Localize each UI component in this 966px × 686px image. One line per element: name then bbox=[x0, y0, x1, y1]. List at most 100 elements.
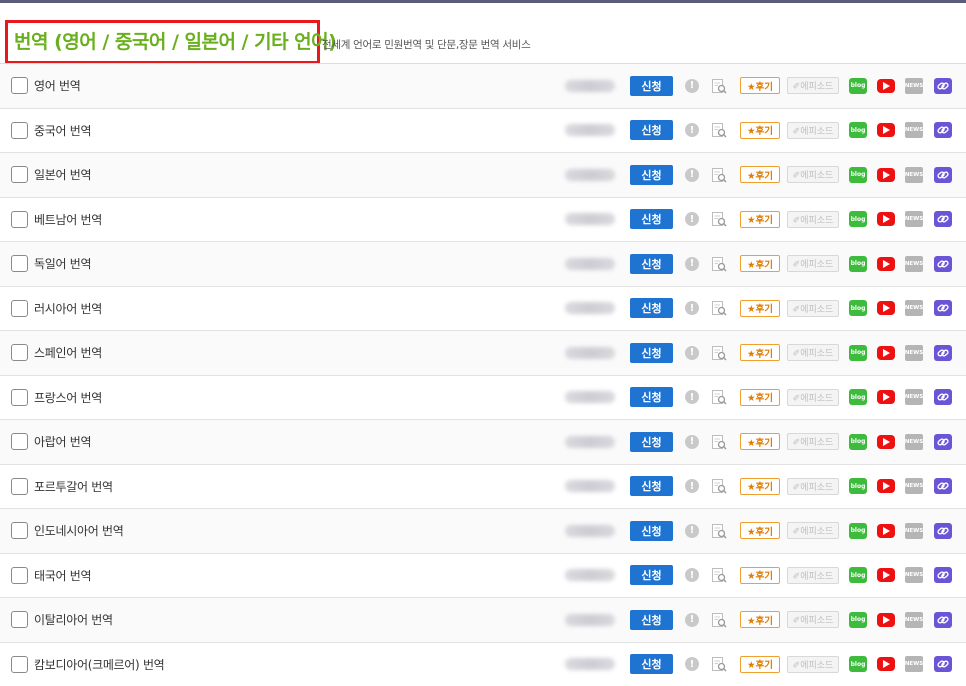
service-checkbox[interactable] bbox=[11, 611, 28, 629]
link-icon[interactable] bbox=[934, 344, 952, 361]
apply-button[interactable]: 신청 bbox=[630, 120, 673, 141]
apply-button[interactable]: 신청 bbox=[630, 609, 673, 630]
info-icon[interactable]: ! bbox=[685, 212, 699, 227]
preview-icon[interactable] bbox=[711, 523, 727, 539]
link-icon[interactable] bbox=[934, 478, 952, 495]
info-icon[interactable]: ! bbox=[685, 301, 699, 316]
review-button[interactable]: ★후기 bbox=[740, 566, 780, 584]
youtube-icon[interactable] bbox=[877, 434, 895, 449]
blog-icon[interactable]: blog bbox=[849, 567, 867, 584]
episode-button[interactable]: ✐에피소드 bbox=[787, 299, 839, 317]
service-checkbox[interactable] bbox=[11, 299, 28, 317]
blog-icon[interactable]: blog bbox=[849, 611, 867, 628]
apply-button[interactable]: 신청 bbox=[630, 387, 673, 408]
info-icon[interactable]: ! bbox=[685, 390, 699, 405]
apply-button[interactable]: 신청 bbox=[630, 164, 673, 185]
review-button[interactable]: ★후기 bbox=[740, 611, 780, 629]
youtube-icon[interactable] bbox=[877, 78, 895, 93]
service-checkbox[interactable] bbox=[11, 433, 28, 451]
info-icon[interactable]: ! bbox=[685, 523, 699, 538]
review-button[interactable]: ★후기 bbox=[740, 77, 780, 95]
review-button[interactable]: ★후기 bbox=[740, 433, 780, 451]
episode-button[interactable]: ✐에피소드 bbox=[787, 77, 839, 95]
link-icon[interactable] bbox=[934, 433, 952, 450]
youtube-icon[interactable] bbox=[877, 612, 895, 627]
news-icon[interactable]: NEWS bbox=[905, 344, 923, 361]
blog-icon[interactable]: blog bbox=[849, 656, 867, 673]
link-icon[interactable] bbox=[934, 211, 952, 228]
review-button[interactable]: ★후기 bbox=[740, 388, 780, 406]
news-icon[interactable]: NEWS bbox=[905, 433, 923, 450]
link-icon[interactable] bbox=[934, 300, 952, 317]
preview-icon[interactable] bbox=[711, 567, 727, 583]
apply-button[interactable]: 신청 bbox=[630, 431, 673, 452]
episode-button[interactable]: ✐에피소드 bbox=[787, 477, 839, 495]
review-button[interactable]: ★후기 bbox=[740, 299, 780, 317]
service-checkbox[interactable] bbox=[11, 77, 28, 95]
review-button[interactable]: ★후기 bbox=[740, 121, 780, 139]
news-icon[interactable]: NEWS bbox=[905, 522, 923, 539]
blog-icon[interactable]: blog bbox=[849, 522, 867, 539]
blog-icon[interactable]: blog bbox=[849, 77, 867, 94]
blog-icon[interactable]: blog bbox=[849, 255, 867, 272]
service-checkbox[interactable] bbox=[11, 477, 28, 495]
service-checkbox[interactable] bbox=[11, 210, 28, 228]
info-icon[interactable]: ! bbox=[685, 568, 699, 583]
info-icon[interactable]: ! bbox=[685, 657, 699, 672]
apply-button[interactable]: 신청 bbox=[630, 520, 673, 541]
info-icon[interactable]: ! bbox=[685, 78, 699, 93]
news-icon[interactable]: NEWS bbox=[905, 255, 923, 272]
review-button[interactable]: ★후기 bbox=[740, 210, 780, 228]
service-checkbox[interactable] bbox=[11, 255, 28, 273]
preview-icon[interactable] bbox=[711, 256, 727, 272]
episode-button[interactable]: ✐에피소드 bbox=[787, 611, 839, 629]
apply-button[interactable]: 신청 bbox=[630, 253, 673, 274]
youtube-icon[interactable] bbox=[877, 345, 895, 360]
youtube-icon[interactable] bbox=[877, 212, 895, 227]
service-checkbox[interactable] bbox=[11, 121, 28, 139]
blog-icon[interactable]: blog bbox=[849, 166, 867, 183]
service-checkbox[interactable] bbox=[11, 522, 28, 540]
preview-icon[interactable] bbox=[711, 122, 727, 138]
episode-button[interactable]: ✐에피소드 bbox=[787, 566, 839, 584]
service-checkbox[interactable] bbox=[11, 566, 28, 584]
news-icon[interactable]: NEWS bbox=[905, 122, 923, 139]
youtube-icon[interactable] bbox=[877, 390, 895, 405]
info-icon[interactable]: ! bbox=[685, 612, 699, 627]
news-icon[interactable]: NEWS bbox=[905, 567, 923, 584]
episode-button[interactable]: ✐에피소드 bbox=[787, 166, 839, 184]
youtube-icon[interactable] bbox=[877, 523, 895, 538]
preview-icon[interactable] bbox=[711, 389, 727, 405]
preview-icon[interactable] bbox=[711, 612, 727, 628]
youtube-icon[interactable] bbox=[877, 123, 895, 138]
preview-icon[interactable] bbox=[711, 478, 727, 494]
preview-icon[interactable] bbox=[711, 167, 727, 183]
preview-icon[interactable] bbox=[711, 78, 727, 94]
news-icon[interactable]: NEWS bbox=[905, 300, 923, 317]
link-icon[interactable] bbox=[934, 522, 952, 539]
apply-button[interactable]: 신청 bbox=[630, 298, 673, 319]
episode-button[interactable]: ✐에피소드 bbox=[787, 255, 839, 273]
news-icon[interactable]: NEWS bbox=[905, 77, 923, 94]
blog-icon[interactable]: blog bbox=[849, 300, 867, 317]
link-icon[interactable] bbox=[934, 656, 952, 673]
episode-button[interactable]: ✐에피소드 bbox=[787, 655, 839, 673]
episode-button[interactable]: ✐에피소드 bbox=[787, 344, 839, 362]
news-icon[interactable]: NEWS bbox=[905, 389, 923, 406]
episode-button[interactable]: ✐에피소드 bbox=[787, 121, 839, 139]
apply-button[interactable]: 신청 bbox=[630, 476, 673, 497]
blog-icon[interactable]: blog bbox=[849, 478, 867, 495]
youtube-icon[interactable] bbox=[877, 568, 895, 583]
apply-button[interactable]: 신청 bbox=[630, 565, 673, 586]
link-icon[interactable] bbox=[934, 77, 952, 94]
news-icon[interactable]: NEWS bbox=[905, 611, 923, 628]
review-button[interactable]: ★후기 bbox=[740, 655, 780, 673]
youtube-icon[interactable] bbox=[877, 479, 895, 494]
info-icon[interactable]: ! bbox=[685, 345, 699, 360]
info-icon[interactable]: ! bbox=[685, 434, 699, 449]
preview-icon[interactable] bbox=[711, 211, 727, 227]
review-button[interactable]: ★후기 bbox=[740, 255, 780, 273]
review-button[interactable]: ★후기 bbox=[740, 522, 780, 540]
info-icon[interactable]: ! bbox=[685, 256, 699, 271]
link-icon[interactable] bbox=[934, 255, 952, 272]
